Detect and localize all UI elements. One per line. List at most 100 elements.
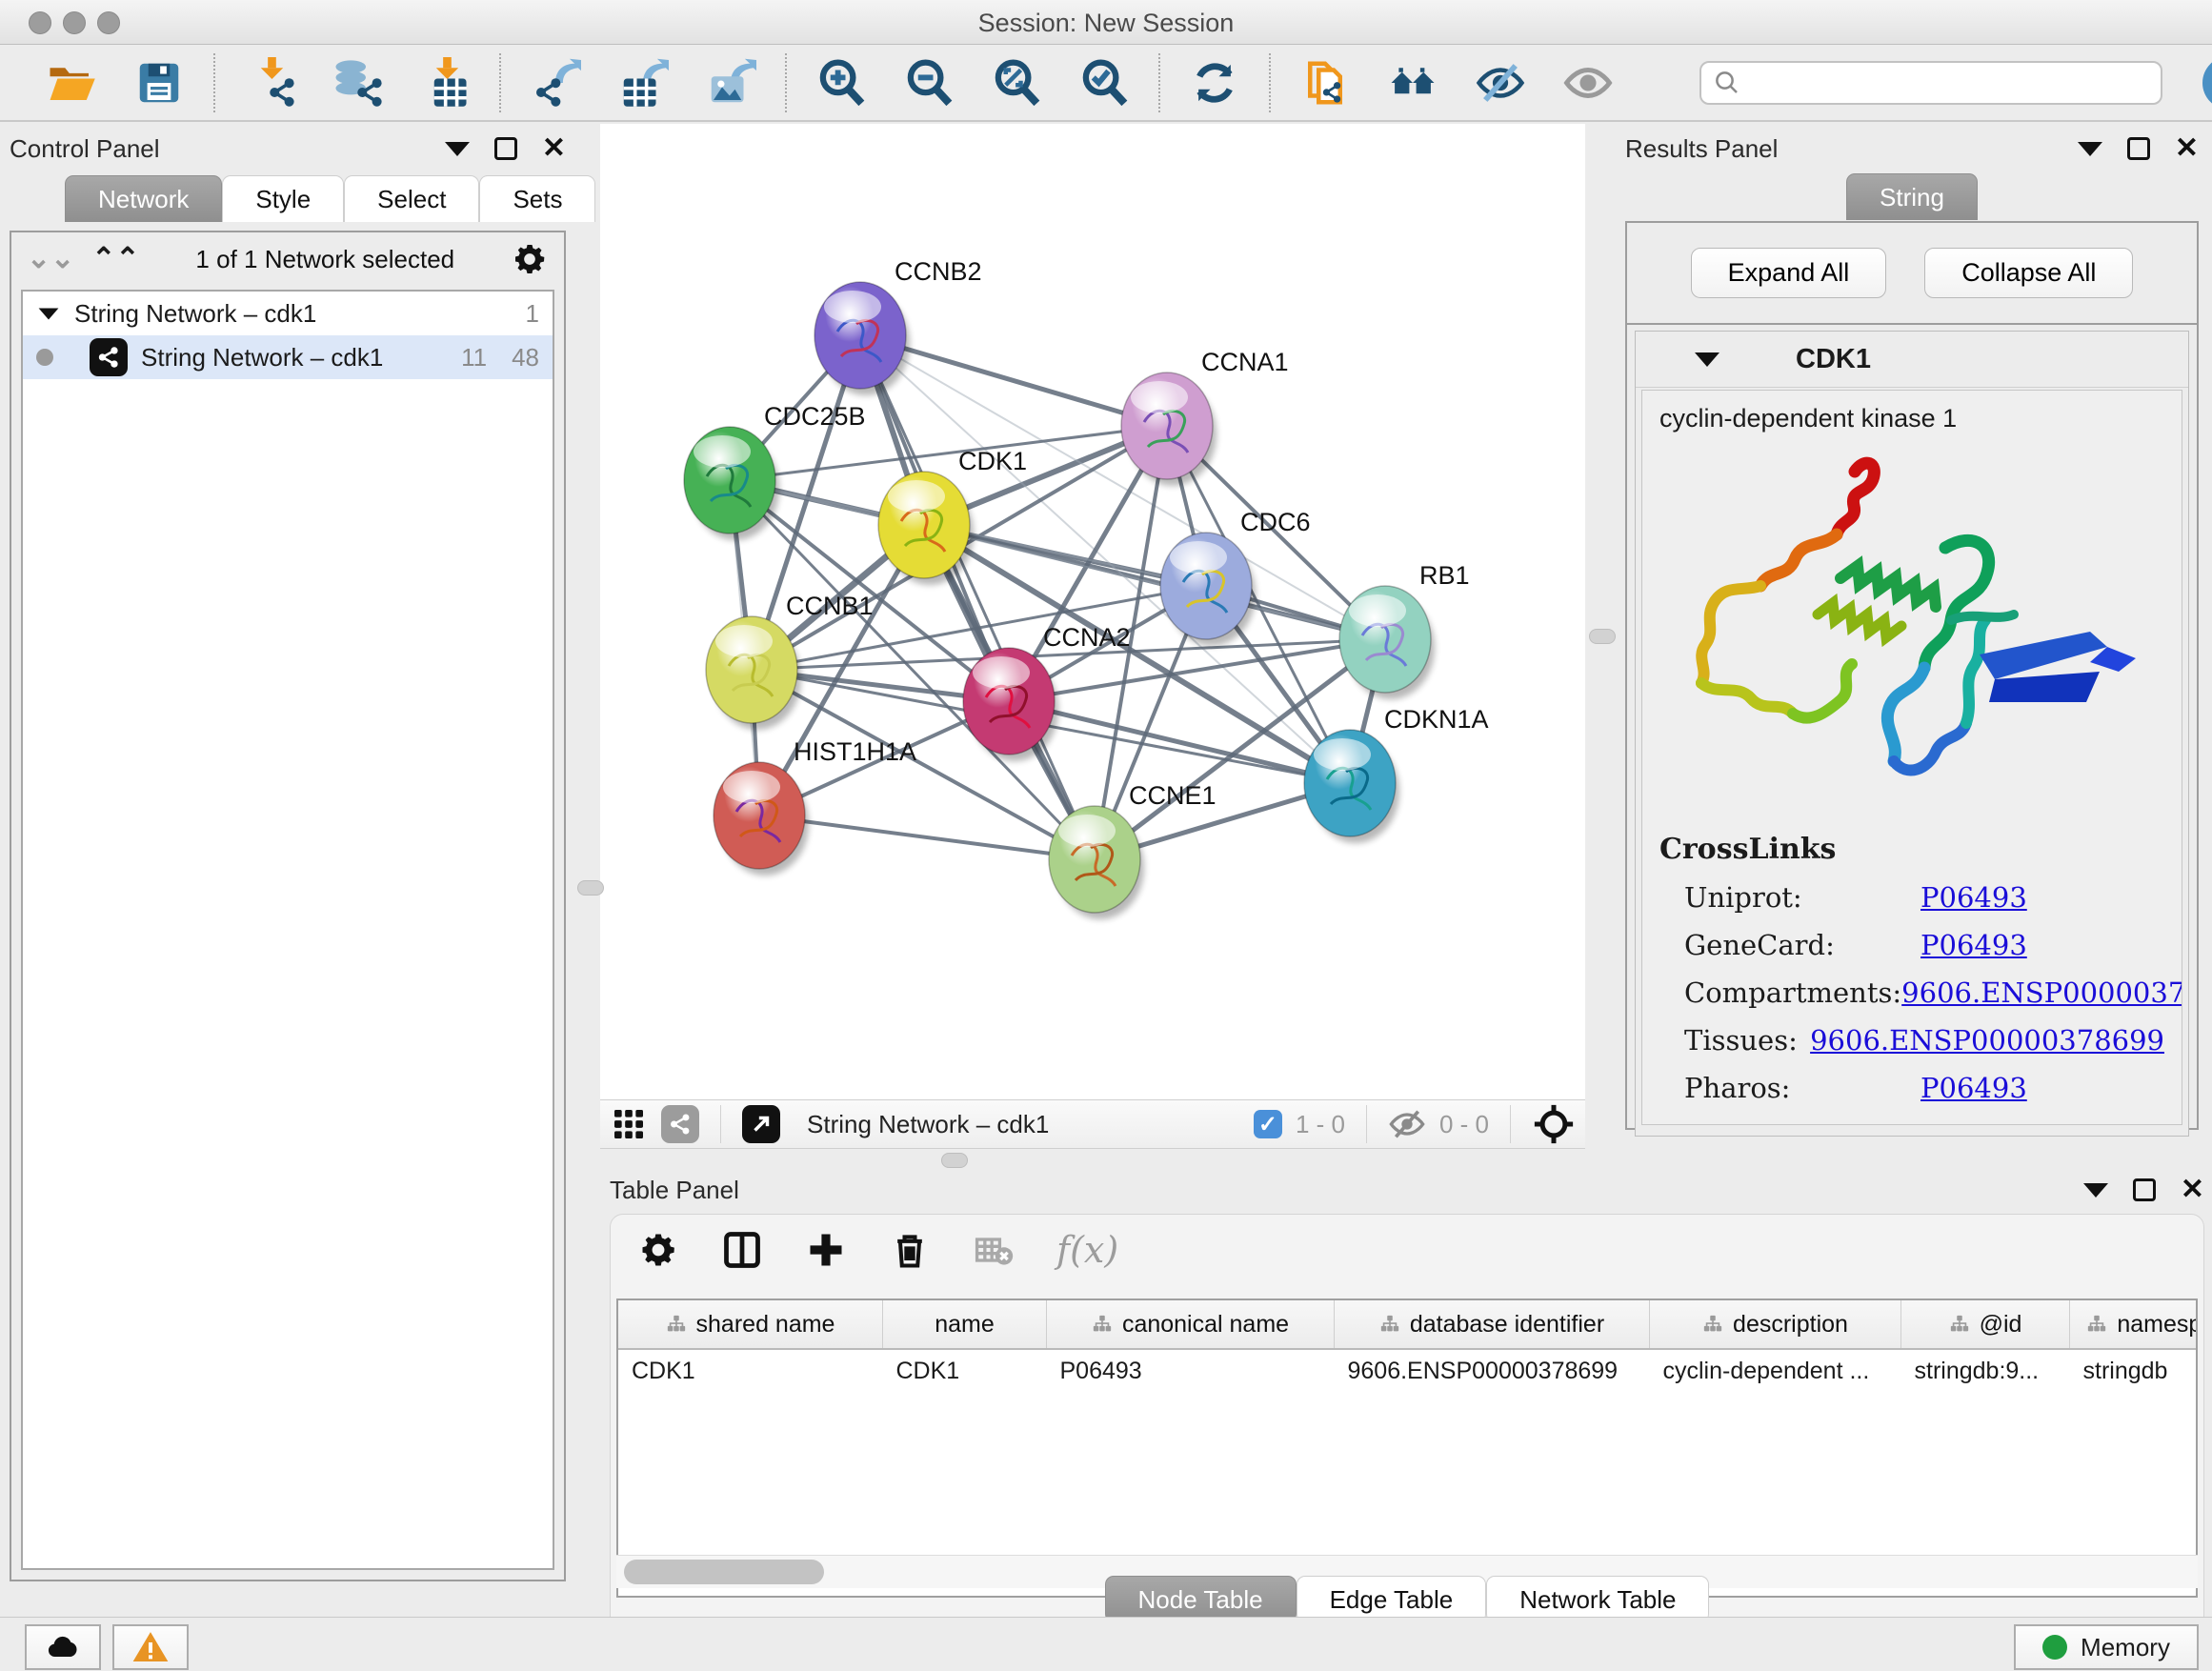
cloud-button[interactable] bbox=[25, 1624, 101, 1670]
tab-string[interactable]: String bbox=[1846, 173, 1978, 220]
node-CCNB2[interactable]: CCNB2 bbox=[814, 257, 982, 395]
table-cell[interactable]: stringdb:9... bbox=[1901, 1349, 2070, 1392]
edge-HIST1H1A-CCNE1[interactable] bbox=[759, 815, 1095, 859]
collapse-all-networks-icon[interactable]: ⌄⌄ bbox=[27, 245, 74, 273]
export-network-icon[interactable] bbox=[528, 55, 583, 111]
column-header-description[interactable]: description bbox=[1650, 1300, 1901, 1349]
tab-node-table[interactable]: Node Table bbox=[1105, 1576, 1297, 1622]
table-cell[interactable]: P06493 bbox=[1047, 1349, 1335, 1392]
search-field[interactable] bbox=[1699, 61, 2162, 105]
table-cell[interactable]: cyclin-dependent ... bbox=[1650, 1349, 1901, 1392]
float-panel-icon[interactable] bbox=[445, 142, 470, 156]
delete-column-trash-icon[interactable] bbox=[889, 1229, 931, 1271]
selected-items-checkbox[interactable]: ✓ bbox=[1254, 1110, 1282, 1138]
table-cell[interactable]: stringdb bbox=[2070, 1349, 2199, 1392]
close-panel-icon[interactable]: ✕ bbox=[542, 137, 566, 160]
search-input[interactable] bbox=[1741, 68, 2149, 97]
detach-view-icon[interactable] bbox=[742, 1105, 780, 1143]
protein-section-header[interactable]: CDK1 bbox=[1636, 332, 2188, 388]
import-table-file-icon[interactable] bbox=[417, 55, 473, 111]
node-CDK1[interactable]: CDK1 bbox=[878, 447, 1027, 585]
hidden-items-eye-icon[interactable] bbox=[1388, 1105, 1426, 1143]
open-session-icon[interactable] bbox=[44, 55, 99, 111]
table-options-gear-icon[interactable] bbox=[637, 1229, 679, 1271]
column-header-namespace[interactable]: namespace bbox=[2070, 1300, 2199, 1349]
go-home-icon[interactable] bbox=[1385, 55, 1440, 111]
node-CDKN1A[interactable]: CDKN1A bbox=[1304, 705, 1489, 843]
right-splitter-handle[interactable] bbox=[1589, 629, 1616, 644]
crosslink-link[interactable]: P06493 bbox=[1920, 1072, 2027, 1104]
protein-section: CDK1 cyclin-dependent kinase 1 bbox=[1635, 331, 2189, 1137]
maximize-results-icon[interactable] bbox=[2127, 137, 2150, 160]
network-view-icon[interactable] bbox=[661, 1105, 699, 1143]
crosslink-link[interactable]: P06493 bbox=[1920, 881, 2027, 914]
column-header-canonical-name[interactable]: canonical name bbox=[1047, 1300, 1335, 1349]
column-header-database-identifier[interactable]: database identifier bbox=[1335, 1300, 1650, 1349]
node-RB1[interactable]: RB1 bbox=[1339, 561, 1470, 699]
tab-sets[interactable]: Sets bbox=[479, 175, 595, 222]
show-all-icon[interactable] bbox=[1560, 55, 1616, 111]
show-columns-icon[interactable] bbox=[721, 1229, 763, 1271]
table-row[interactable]: CDK1CDK1P064939606.ENSP00000378699cyclin… bbox=[618, 1349, 2198, 1392]
float-table-icon[interactable] bbox=[2083, 1183, 2108, 1198]
close-table-icon[interactable]: ✕ bbox=[2181, 1178, 2204, 1201]
close-results-icon[interactable]: ✕ bbox=[2175, 137, 2199, 160]
tab-network[interactable]: Network bbox=[65, 175, 222, 222]
collapse-all-button[interactable]: Collapse All bbox=[1924, 248, 2133, 298]
grid-view-icon[interactable] bbox=[610, 1105, 648, 1143]
save-session-icon[interactable] bbox=[131, 55, 187, 111]
table-cell[interactable]: CDK1 bbox=[618, 1349, 883, 1392]
tab-edge-table[interactable]: Edge Table bbox=[1297, 1576, 1487, 1622]
refresh-layout-icon[interactable] bbox=[1187, 55, 1242, 111]
float-results-icon[interactable] bbox=[2078, 142, 2102, 156]
column-header--id[interactable]: @id bbox=[1901, 1300, 2070, 1349]
bottom-splitter-handle[interactable] bbox=[941, 1153, 968, 1168]
crosslink-link[interactable]: P06493 bbox=[1920, 929, 2027, 961]
warning-button[interactable] bbox=[112, 1624, 189, 1670]
node-CCNA2[interactable]: CCNA2 bbox=[963, 623, 1131, 761]
export-table-icon[interactable] bbox=[615, 55, 671, 111]
node-CDC25B[interactable]: CDC25B bbox=[684, 402, 866, 540]
help-button[interactable]: ? bbox=[2202, 56, 2212, 110]
expand-all-networks-icon[interactable]: ⌃⌃ bbox=[91, 245, 139, 273]
memory-button[interactable]: Memory bbox=[2014, 1624, 2199, 1670]
zoom-fit-icon[interactable] bbox=[989, 55, 1044, 111]
protein-collapse-icon[interactable] bbox=[1695, 352, 1719, 367]
crosslink-link[interactable]: 9606.ENSP00000378699 bbox=[1810, 1024, 2164, 1057]
collection-expand-icon[interactable] bbox=[39, 308, 59, 319]
maximize-table-icon[interactable] bbox=[2133, 1178, 2156, 1201]
zoom-selected-icon[interactable] bbox=[1076, 55, 1132, 111]
edge-CCNB2-CCNE1[interactable] bbox=[860, 335, 1095, 859]
export-image-icon[interactable] bbox=[703, 55, 758, 111]
node-CCNA1[interactable]: CCNA1 bbox=[1121, 348, 1289, 486]
column-header-shared-name[interactable]: shared name bbox=[618, 1300, 883, 1349]
table-cell[interactable]: CDK1 bbox=[883, 1349, 1047, 1392]
maximize-panel-icon[interactable] bbox=[494, 137, 517, 160]
node-CCNE1[interactable]: CCNE1 bbox=[1049, 781, 1217, 919]
network-graph[interactable]: CCNB2 CCNA1 CDC25B CDK1 CDC6 bbox=[600, 124, 1585, 1099]
window-title: Session: New Session bbox=[0, 9, 2212, 38]
tab-network-table[interactable]: Network Table bbox=[1486, 1576, 1709, 1622]
network-canvas[interactable]: CCNB2 CCNA1 CDC25B CDK1 CDC6 bbox=[600, 124, 1585, 1099]
zoom-in-icon[interactable] bbox=[814, 55, 869, 111]
column-network-icon bbox=[1949, 1314, 1970, 1335]
tab-style[interactable]: Style bbox=[222, 175, 344, 222]
table-cell[interactable]: 9606.ENSP00000378699 bbox=[1335, 1349, 1650, 1392]
column-header-name[interactable]: name bbox=[883, 1300, 1047, 1349]
first-neighbors-icon[interactable] bbox=[1297, 55, 1353, 111]
crosslink-link[interactable]: 9606.ENSP00000378699 bbox=[1901, 976, 2182, 1009]
create-column-plus-icon[interactable] bbox=[805, 1229, 847, 1271]
birds-eye-view-icon[interactable] bbox=[1532, 1102, 1576, 1146]
network-row[interactable]: String Network – cdk1 11 48 bbox=[23, 335, 553, 379]
zoom-out-icon[interactable] bbox=[901, 55, 956, 111]
node-HIST1H1A[interactable]: HIST1H1A bbox=[714, 737, 916, 876]
expand-all-button[interactable]: Expand All bbox=[1691, 248, 1887, 298]
hide-selected-icon[interactable] bbox=[1473, 55, 1528, 111]
network-options-gear-icon[interactable] bbox=[511, 240, 549, 278]
import-network-database-icon[interactable] bbox=[330, 55, 385, 111]
network-collection-row[interactable]: String Network – cdk1 1 bbox=[23, 292, 553, 335]
left-splitter-handle[interactable] bbox=[577, 880, 604, 896]
node-CDC6[interactable]: CDC6 bbox=[1160, 508, 1311, 646]
tab-select[interactable]: Select bbox=[344, 175, 479, 222]
import-network-file-icon[interactable] bbox=[242, 55, 297, 111]
